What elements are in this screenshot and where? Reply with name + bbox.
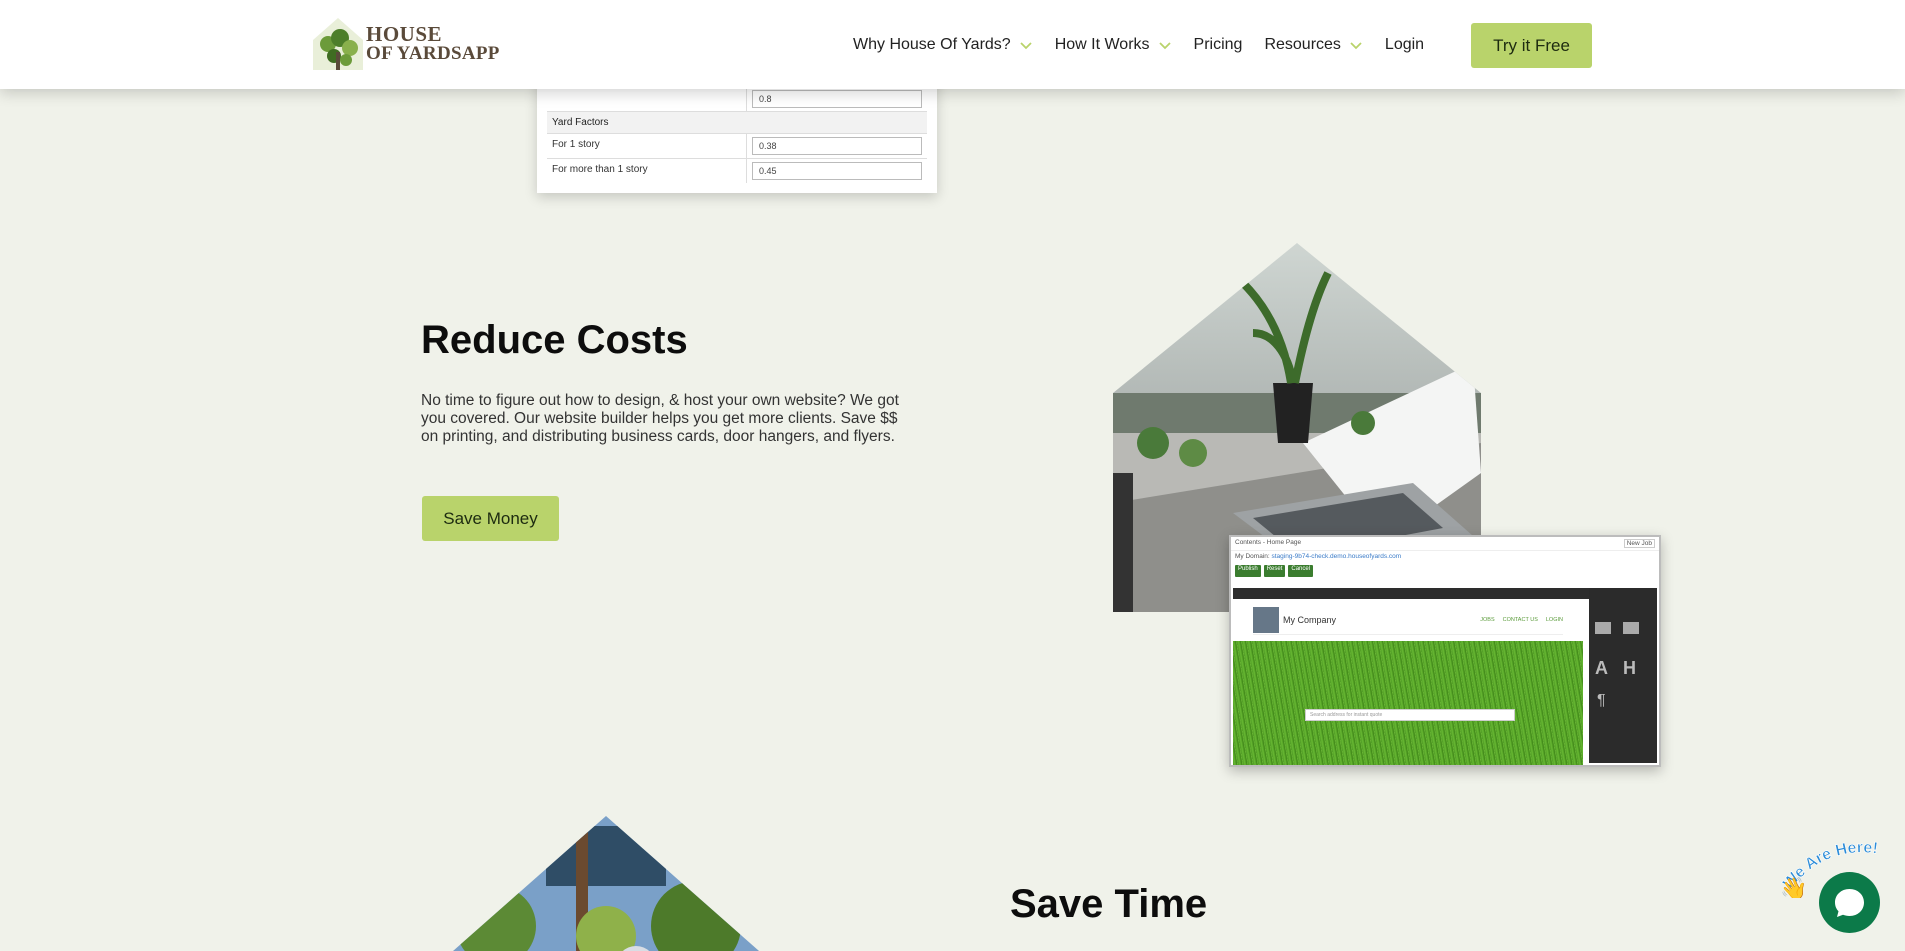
row-label: For 1 story [547, 134, 747, 158]
nav-why-house-of-yards[interactable]: Why House Of Yards? [853, 36, 1033, 54]
website-builder-screenshot: Contents - Home Page New Job My Domain: … [1229, 535, 1661, 767]
chevron-down-icon [1158, 41, 1171, 49]
yard-house-image [436, 816, 776, 951]
save-time-title: Save Time [1010, 882, 1208, 926]
logo-text: HOUSE OF YARDSAPP [366, 22, 500, 64]
value-field: 0.38 [752, 137, 922, 155]
nav-how-it-works[interactable]: How It Works [1055, 36, 1172, 54]
mini-search: Search address for instant quote [1305, 709, 1515, 721]
mini-reset: Reset [1263, 565, 1286, 577]
site-header: HOUSE OF YARDSAPP Why House Of Yards? Ho… [0, 0, 1905, 89]
mini-sidebar: A H ¶ [1589, 588, 1657, 763]
mini-domain-value: staging-9b74-check.demo.houseofyards.com [1271, 553, 1402, 560]
row-label: For more than 1 story [547, 159, 747, 183]
house-tree-logo-icon [313, 18, 363, 70]
save-money-button[interactable]: Save Money [422, 496, 559, 541]
nav-login[interactable]: Login [1385, 36, 1424, 54]
mini-new-job: New Job [1623, 539, 1655, 548]
mini-company: My Company [1283, 614, 1337, 625]
mini-cancel: Cancel [1288, 565, 1314, 577]
mini-domain-label: My Domain: [1235, 553, 1270, 560]
reduce-costs-text: No time to figure out how to design, & h… [421, 392, 899, 445]
section-label: Yard Factors [547, 111, 927, 133]
chevron-down-icon [1020, 41, 1032, 49]
nav-pricing[interactable]: Pricing [1194, 36, 1243, 54]
mini-title: Contents - Home Page [1235, 539, 1302, 546]
value-field: 0.45 [752, 162, 922, 180]
table-row: For more than 1 story 0.45 [547, 158, 927, 183]
logo-line-2: OF YARDSAPP [366, 43, 500, 64]
nav-label: Login [1384, 35, 1425, 53]
mini-toolbar [1233, 588, 1639, 599]
chevron-down-icon [1350, 41, 1362, 49]
mini-grass-banner [1233, 641, 1583, 765]
chat-button[interactable] [1819, 872, 1880, 933]
value-field: 0.8 [752, 90, 922, 108]
chat-bubble-icon [1835, 889, 1864, 917]
nav-label: Why House Of Yards? [853, 35, 1011, 53]
reduce-costs-title: Reduce Costs [421, 318, 688, 362]
main-nav: Why House Of Yards? How It Works Pricing… [853, 0, 1446, 89]
nav-label: Resources [1264, 35, 1341, 53]
nav-label: How It Works [1054, 35, 1150, 53]
table-row: 0.8 [547, 86, 927, 111]
wave-hand-icon: 👋 [1780, 876, 1807, 898]
mini-link: JOBS [1480, 616, 1495, 623]
try-it-free-button[interactable]: Try it Free [1471, 23, 1592, 68]
mini-link: LOGIN [1545, 616, 1563, 623]
nav-label: Pricing [1193, 35, 1243, 53]
nav-resources[interactable]: Resources [1264, 36, 1362, 54]
logo[interactable]: HOUSE OF YARDSAPP [310, 16, 510, 72]
mini-publish: Publish [1235, 565, 1261, 577]
table-row: For 1 story 0.38 [547, 133, 927, 158]
logo-line-1: HOUSE [366, 22, 443, 46]
mini-link: CONTACT US [1502, 616, 1538, 623]
